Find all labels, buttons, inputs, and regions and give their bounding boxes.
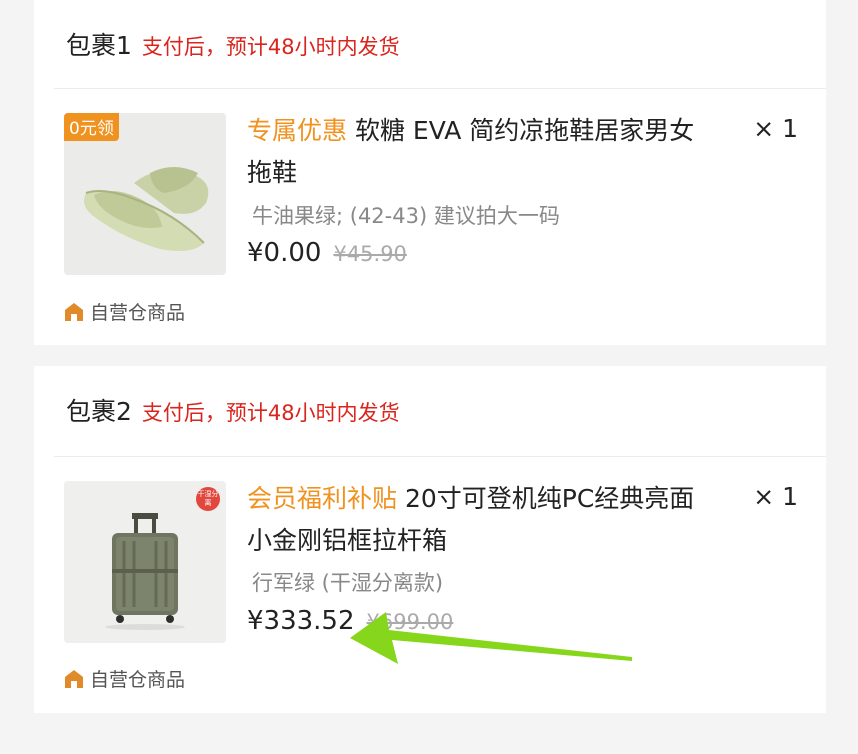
product-title[interactable]: 会员福利补贴 20寸可登机纯PC经典亮面小金刚铝框拉杆箱 [247,478,717,562]
original-price: ¥45.90 [333,242,407,266]
feature-badge: 干湿分离 [196,487,220,511]
package-header: 包裹2 支付后，预计48小时内发货 [66,392,400,428]
package-card-1: 包裹1 支付后，预计48小时内发货 0元领 专属优惠 软糖 EVA 简约凉拖鞋居… [34,0,826,345]
price-row: ¥0.00 ¥45.90 [247,238,407,268]
shipping-note: 支付后，预计48小时内发货 [141,35,400,59]
quantity: × 1 [753,482,798,511]
divider [54,88,826,89]
shipping-note: 支付后，预计48小时内发货 [141,401,400,425]
store-text: 自营仓商品 [90,669,186,691]
package-card-2: 包裹2 支付后，预计48小时内发货 干湿分离 会员福利补贴 20寸可登机纯PC经… [34,366,826,713]
price-row: ¥333.52 ¥699.00 [247,606,453,636]
product-title[interactable]: 专属优惠 软糖 EVA 简约凉拖鞋居家男女拖鞋 [247,110,717,194]
divider [54,456,826,457]
store-label: 自营仓商品 [64,665,185,692]
store-label: 自营仓商品 [64,298,185,325]
promo-tag: 专属优惠 [247,116,348,145]
variant-spec[interactable]: 行军绿 (干湿分离款) [252,567,443,597]
product-image[interactable]: 干湿分离 [64,481,226,643]
warehouse-icon [65,669,83,688]
sale-price: ¥333.52 [247,606,355,636]
store-text: 自营仓商品 [90,302,186,324]
quantity: × 1 [753,114,798,143]
package-header: 包裹1 支付后，预计48小时内发货 [66,26,400,62]
free-badge: 0元领 [64,113,119,141]
product-image[interactable]: 0元领 [64,113,226,275]
promo-tag: 会员福利补贴 [247,484,398,513]
original-price: ¥699.00 [366,610,454,634]
package-title: 包裹2 [66,397,132,426]
variant-spec[interactable]: 牛油果绿; (42-43) 建议拍大一码 [252,200,560,230]
package-title: 包裹1 [66,31,132,60]
sale-price: ¥0.00 [247,238,322,268]
warehouse-icon [65,302,83,321]
